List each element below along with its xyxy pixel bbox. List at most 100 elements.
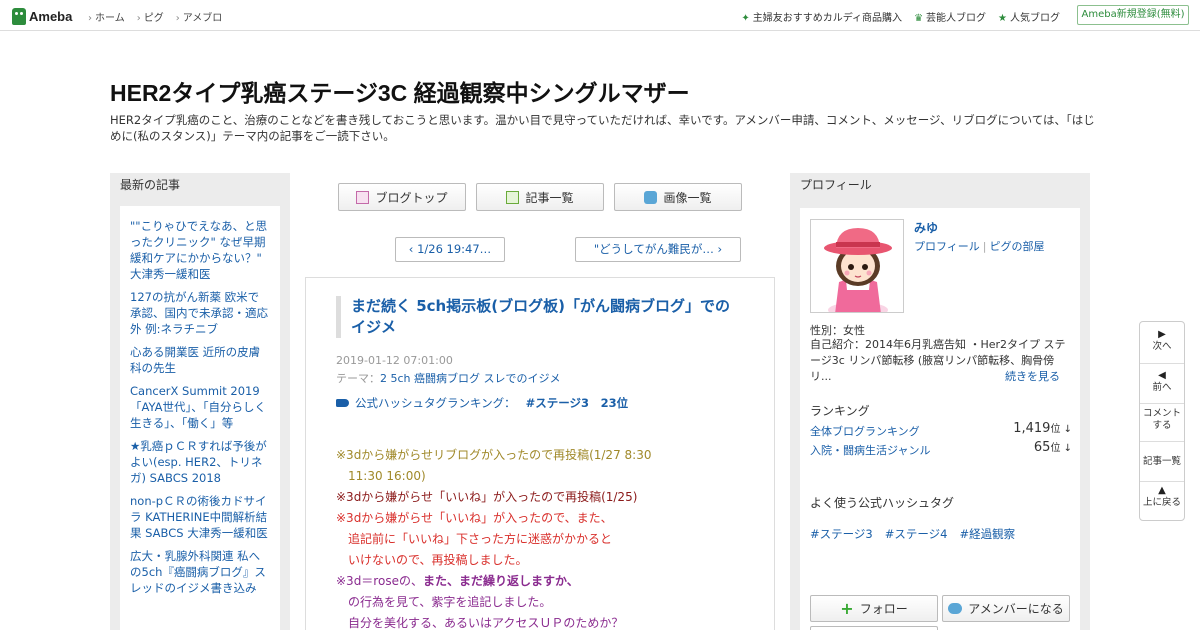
hashtag-link[interactable]: #経過観察 bbox=[959, 526, 1015, 542]
recent-list: ""こりゃひでえなあ、と思ったクリニック" なぜ早期緩和ケアにかからない？" 大… bbox=[130, 218, 270, 596]
side-next-label: 次へ bbox=[1152, 341, 1172, 352]
recent-item[interactable]: 心ある開業医 近所の皮膚科の先生 bbox=[130, 344, 270, 376]
register-button[interactable]: Ameba新規登録(無料) bbox=[1077, 5, 1189, 25]
more-profile-button[interactable] bbox=[810, 626, 938, 630]
side-top-button[interactable]: ▲ 上に戻る bbox=[1140, 484, 1184, 520]
side-prev-button[interactable]: ◀ 前へ bbox=[1140, 366, 1184, 404]
ranking-value: 65位 ↓ bbox=[1034, 439, 1072, 455]
speech-bubble-icon bbox=[948, 603, 963, 614]
ranking-label[interactable]: 入院・闘病生活ジャンル bbox=[810, 444, 930, 457]
avatar-illustration bbox=[824, 228, 892, 312]
theme-link[interactable]: 2 5ch 癌闘病ブログ スレでのイジメ bbox=[380, 372, 561, 385]
hashtag-link[interactable]: #ステージ4 bbox=[885, 526, 948, 542]
profile-box: みゆ プロフィール | ピグの部屋 性別：女性 自己紹介：2014年6月乳癌告知 ・… bbox=[800, 208, 1080, 630]
tab-blog-top[interactable]: ブログトップ bbox=[338, 183, 466, 211]
profile-gender: 性別：女性 bbox=[810, 324, 865, 337]
body-text: ※3d＝roseの、 bbox=[336, 574, 423, 588]
amember-button[interactable]: アメンバーになる bbox=[942, 595, 1070, 622]
ranking-number: 65 bbox=[1033, 440, 1051, 455]
ameba-logo[interactable]: Ameba bbox=[12, 6, 72, 26]
hashtag-list: #ステージ3 #ステージ4 #経過観察 bbox=[810, 526, 1015, 542]
chevron-right-icon: › bbox=[713, 242, 723, 256]
hashtag-heading: よく使う公式ハッシュタグ bbox=[810, 496, 955, 510]
ranking-label[interactable]: 全体ブログランキング bbox=[810, 425, 920, 438]
top-nav: ホーム ピグ アメブロ bbox=[88, 9, 222, 24]
profile-link[interactable]: プロフィール bbox=[914, 240, 980, 253]
top-link-kaldi[interactable]: ✦ 主婦友おすすめカルディ商品購入 bbox=[741, 9, 902, 24]
top-link-label: 芸能人ブログ bbox=[926, 13, 987, 24]
side-comment-button[interactable]: コメントする bbox=[1140, 404, 1184, 442]
ranking-heading: ランキング bbox=[810, 404, 870, 418]
logo-text: Ameba bbox=[29, 8, 73, 24]
triangle-right-icon: ▶ bbox=[1158, 329, 1166, 340]
plus-icon: + bbox=[840, 599, 854, 618]
ranking-number: 1,419 bbox=[1013, 421, 1051, 436]
hashtag-ranking-value: #ステージ3 23位 bbox=[525, 396, 629, 410]
recent-item[interactable]: ★乳癌ｐＣＲすれば予後がよい(esp. HER2、トリネガ) SABCS 201… bbox=[130, 438, 270, 486]
side-top-label: 上に戻る bbox=[1142, 497, 1181, 508]
recent-heading: 最新の記事 bbox=[120, 178, 181, 192]
hashtag-link[interactable]: #ステージ3 bbox=[810, 526, 873, 542]
side-list-label: 記事一覧 bbox=[1142, 456, 1181, 467]
article-date: 2019-01-12 07:01:00 bbox=[336, 354, 453, 367]
hashtag-ranking-label: 公式ハッシュタグランキング： bbox=[355, 396, 516, 410]
nav-home[interactable]: ホーム bbox=[88, 9, 125, 24]
pig-room-link[interactable]: ピグの部屋 bbox=[990, 240, 1045, 253]
tab-label: 画像一覧 bbox=[663, 190, 712, 205]
floating-side-nav: ▶ 次へ ◀ 前へ コメントする 記事一覧 ▲ 上に戻る bbox=[1139, 321, 1185, 521]
article-body: ※3dから嫌がらせリブログが入ったので再投稿(1/27 8:30 11:30 1… bbox=[336, 445, 756, 630]
top-links: ✦ 主婦友おすすめカルディ商品購入 ♛ 芸能人ブログ ★ 人気ブログ bbox=[741, 9, 1060, 24]
recent-item[interactable]: 127の抗がん新薬 欧米で承認、国内で未承認・適応外 例:ネラチニブ bbox=[130, 289, 270, 337]
body-line: 追記前に「いいね」下さった方に迷惑がかかると bbox=[336, 532, 613, 546]
ranking-row-overall: 全体ブログランキング 1,419位 ↓ bbox=[810, 420, 1072, 439]
side-next-button[interactable]: ▶ 次へ bbox=[1140, 328, 1184, 364]
recent-articles-panel: 最新の記事 ""こりゃひでえなあ、と思ったクリニック" なぜ早期緩和ケアにかから… bbox=[110, 173, 290, 630]
hashtag-ranking[interactable]: 公式ハッシュタグランキング： #ステージ3 23位 bbox=[336, 395, 628, 411]
recent-item[interactable]: 広大・乳腺外科関連 私への5ch『癌闘病ブログ』スレッドのイジメ書き込み bbox=[130, 548, 270, 596]
article-list-icon bbox=[506, 190, 520, 204]
sparkle-icon: ✦ bbox=[741, 13, 750, 24]
avatar[interactable] bbox=[810, 219, 904, 313]
follow-label: フォロー bbox=[859, 602, 908, 616]
prev-article-button[interactable]: ‹ 1/26 19:47… bbox=[395, 237, 505, 262]
ameba-logo-icon bbox=[12, 7, 26, 25]
top-link-label: 主婦友おすすめカルディ商品購入 bbox=[752, 13, 903, 24]
side-comment-label: コメントする bbox=[1143, 408, 1182, 431]
recent-item[interactable]: ""こりゃひでえなあ、と思ったクリニック" なぜ早期緩和ケアにかからない？" 大… bbox=[130, 218, 270, 282]
crown-icon: ♛ bbox=[914, 13, 924, 24]
blog-tabs: ブログトップ 記事一覧 画像一覧 bbox=[338, 183, 742, 211]
article-theme: テーマ：2 5ch 癌闘病ブログ スレでのイジメ bbox=[336, 370, 561, 386]
follow-button[interactable]: + フォロー bbox=[810, 595, 938, 622]
tab-image-list[interactable]: 画像一覧 bbox=[614, 183, 742, 211]
tab-label: ブログトップ bbox=[375, 190, 448, 205]
ranking-unit: 位 ↓ bbox=[1050, 424, 1072, 435]
article: まだ続く 5ch掲示板(ブログ板)「がん闘病ブログ」でのイジメ 2019-01-… bbox=[305, 277, 775, 630]
ranking-value: 1,419位 ↓ bbox=[1013, 420, 1072, 436]
tag-icon bbox=[336, 399, 349, 407]
top-link-popular[interactable]: ★ 人気ブログ bbox=[998, 9, 1060, 24]
top-link-celebrity[interactable]: ♛ 芸能人ブログ bbox=[914, 9, 986, 24]
read-more-link[interactable]: 続きを見る bbox=[1005, 368, 1060, 384]
body-line: ※3dから嫌がらせリブログが入ったので再投稿(1/27 8:30 bbox=[336, 448, 652, 462]
nav-ameblo[interactable]: アメブロ bbox=[176, 9, 223, 24]
tab-article-list[interactable]: 記事一覧 bbox=[476, 183, 604, 211]
triangle-left-icon: ◀ bbox=[1158, 370, 1166, 381]
tab-label: 記事一覧 bbox=[525, 190, 574, 205]
side-prev-label: 前へ bbox=[1152, 382, 1172, 393]
recent-item[interactable]: non-pＣＲの術後カドサイラ KATHERINE中間解析結果 SABCS 大津… bbox=[130, 493, 270, 541]
star-icon: ★ bbox=[998, 13, 1007, 24]
next-article-button[interactable]: "どうしてがん難民が… › bbox=[575, 237, 741, 262]
body-line: 自分を美化する、あるいはアクセスＵＰのためか？ bbox=[336, 616, 624, 630]
chevron-left-icon: ‹ bbox=[408, 242, 418, 256]
side-list-button[interactable]: 記事一覧 bbox=[1140, 442, 1184, 482]
body-line: ※3d＝roseの、また、まだ繰り返しますか、 bbox=[336, 571, 756, 592]
blog-title[interactable]: HER2タイプ乳癌ステージ3C 経過観察中シングルマザー bbox=[110, 74, 690, 108]
recent-item[interactable]: CancerX Summit 2019「AYA世代」、「自分らしく生きる」、「働… bbox=[130, 383, 270, 431]
camera-icon bbox=[644, 190, 658, 204]
profile-name[interactable]: みゆ bbox=[914, 219, 938, 236]
nav-pigg[interactable]: ピグ bbox=[137, 9, 164, 24]
theme-label: テーマ： bbox=[336, 372, 380, 385]
next-article-label: "どうしてがん難民が… bbox=[593, 242, 714, 256]
blog-top-icon bbox=[356, 190, 370, 204]
article-title[interactable]: まだ続く 5ch掲示板(ブログ板)「がん闘病ブログ」でのイジメ bbox=[336, 296, 736, 338]
